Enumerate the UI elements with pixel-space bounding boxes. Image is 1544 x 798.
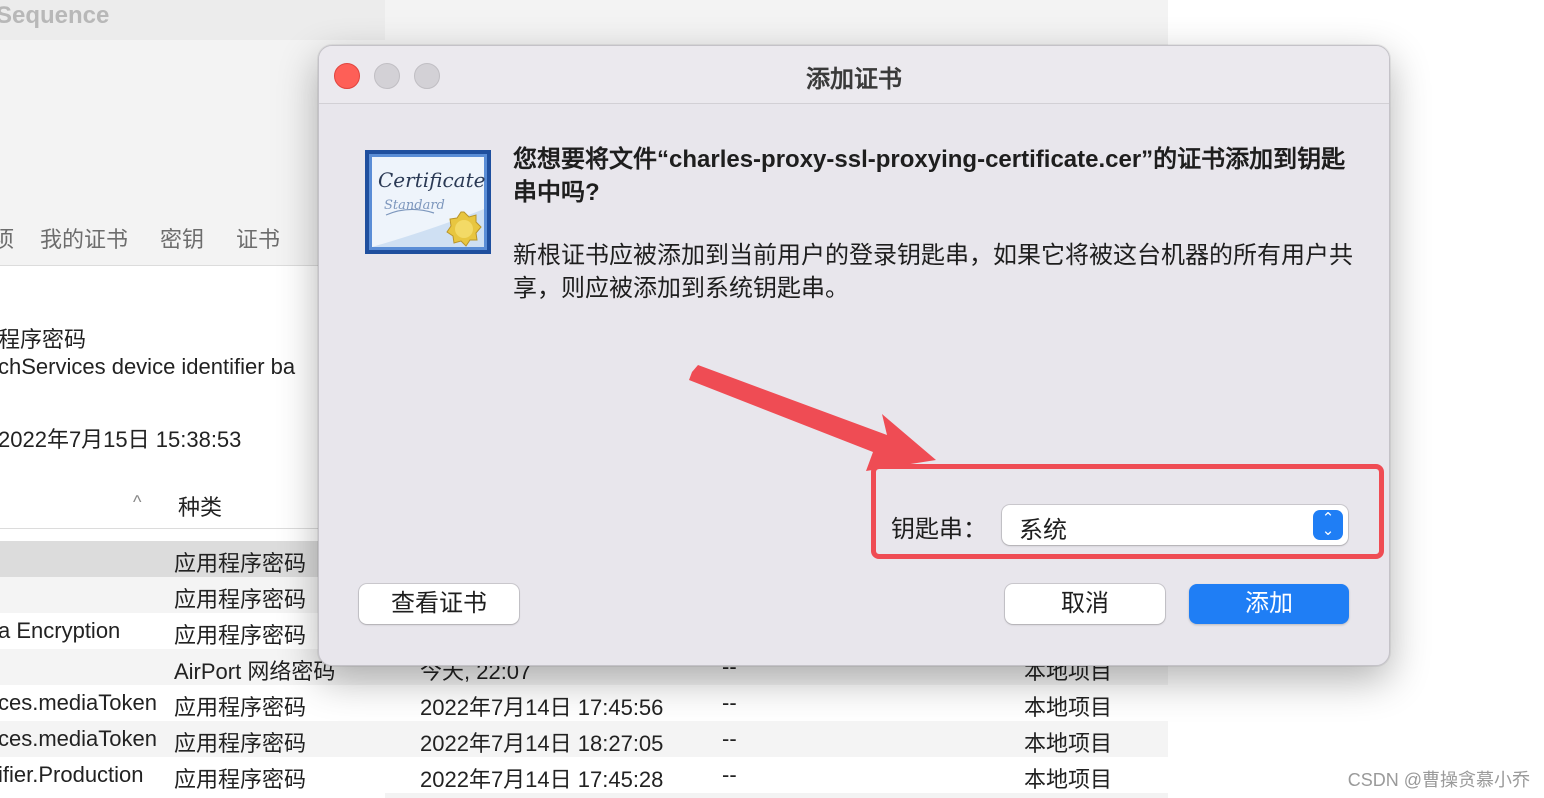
view-certificate-button[interactable]: 查看证书 — [359, 584, 519, 624]
sort-chevron-icon[interactable]: ^ — [133, 492, 141, 513]
cell-date: 2022年7月14日 18:27:05 — [420, 731, 664, 756]
cell-name: ifier.Production — [0, 762, 144, 787]
watermark-text: CSDN @曹操贪慕小乔 — [1347, 770, 1530, 790]
cell-location: 本地项目 — [1024, 731, 1113, 756]
tab-partial[interactable]: 项 — [0, 222, 14, 254]
tab-my-certificates[interactable]: 我的证书 — [40, 222, 128, 254]
certificate-icon: Certificate Standard — [365, 150, 491, 254]
certificate-icon-subtitle: Standard — [384, 198, 445, 213]
item-info-date: 2022年7月15日 15:38:53 — [0, 427, 242, 452]
keychain-titlebar: Sequence — [0, 0, 385, 40]
dialog-title: 添加证书 — [806, 66, 902, 93]
cell-kind: 应用程序密码 — [174, 767, 307, 792]
tab-keys[interactable]: 密钥 — [160, 222, 204, 254]
item-info-kind: 程序密码 — [0, 327, 87, 352]
dialog-message-title: 您想要将文件“charles-proxy-ssl-proxying-certif… — [513, 146, 1346, 206]
cell-kind: 应用程序密码 — [174, 587, 307, 612]
cell-date: 2022年7月14日 17:45:56 — [420, 695, 664, 720]
keychain-window-title: Sequence — [0, 2, 110, 29]
table-row[interactable]: ifier.Production 应用程序密码 2022年7月14日 17:45… — [0, 757, 1168, 793]
cell-expires: -- — [722, 726, 737, 751]
cell-date: 2022年7月14日 17:45:28 — [420, 767, 664, 792]
column-header-kind[interactable]: 种类 — [178, 490, 222, 522]
add-certificate-dialog: 添加证书 Certificate Standard 您想要将文件“charles… — [318, 45, 1390, 666]
cell-location: 本地项目 — [1024, 767, 1113, 792]
item-info-where: chServices device identifier ba — [0, 354, 296, 379]
add-button[interactable]: 添加 — [1189, 584, 1349, 624]
tab-certificates[interactable]: 证书 — [236, 222, 280, 254]
cell-location: 本地项目 — [1024, 695, 1113, 720]
column-divider — [0, 528, 330, 529]
annotation-highlight-box — [871, 464, 1384, 559]
cell-kind: 应用程序密码 — [174, 551, 307, 576]
cell-name: ces.mediaToken — [0, 726, 157, 751]
cell-kind: 应用程序密码 — [174, 623, 307, 648]
cell-expires: -- — [722, 690, 737, 715]
cell-name: a Encryption — [0, 618, 121, 643]
cell-kind: 应用程序密码 — [174, 695, 307, 720]
dialog-message-body: 新根证书应被添加到当前用户的登录钥匙串，如果它将被这台机器的所有用户共享，则应被… — [513, 242, 1353, 302]
dialog-titlebar: 添加证书 — [319, 46, 1389, 104]
table-row[interactable]: ces.mediaToken 应用程序密码 2022年7月14日 17:45:5… — [0, 685, 1168, 721]
table-row[interactable]: ces.mediaToken 应用程序密码 2022年7月14日 18:27:0… — [0, 721, 1168, 757]
cell-kind: 应用程序密码 — [174, 731, 307, 756]
cancel-button[interactable]: 取消 — [1005, 584, 1165, 624]
cell-expires: -- — [722, 762, 737, 787]
certificate-icon-title: Certificate — [378, 168, 485, 192]
cell-name: ces.mediaToken — [0, 690, 157, 715]
cell-kind: AirPort 网络密码 — [174, 659, 336, 684]
